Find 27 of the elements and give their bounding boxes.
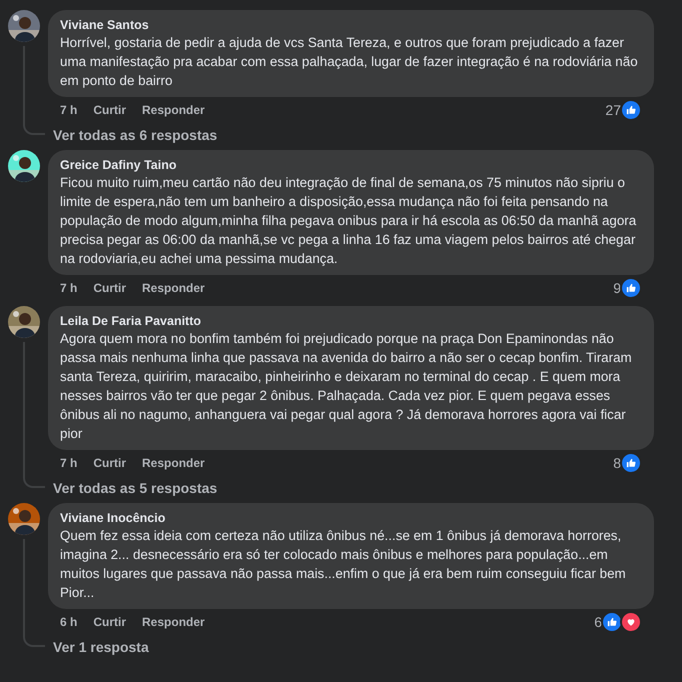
reaction-count[interactable]: 27 [605,100,621,120]
reply-link[interactable]: Responder [142,101,205,119]
comment-text: Ficou muito ruim,meu cartão não deu integração de final de semana,os 75 minutos não sipriu o limite de espera,não tem um banheiro a disposição,essa mudança não foi feita pensando na população de modo algum,minha filha pegava onibus para ir há escola as 06:50 da manhã agora precisa pegar as 06:00 da manhã,se vc pega a linha 16 faz uma viagem pelos bairros até chegar na rodoviaria,eu achei uma pessima mudança. [60,174,638,268]
like-link[interactable]: Curtir [93,613,126,631]
comment-text: Agora quem mora no bonfim também foi prejudicado porque na praça Don Epaminondas não passa mais nenhuma linha que passava na avenida do bairro a não ser o cecap bonfim. Tiraram santa Tereza, quiririm, maracaibo, pinheirinho e deixaram no terminal do cecap . E quem mora nesses bairros vão ter que pegar 2 ônibus. Palhaçada. Cada vez pior. E quem pegava esses ônibus ali no nagumo, anhanguera vai pegar qual agora ? Já demorava horrores agora vai ficar pior [60,330,633,443]
view-replies-link[interactable]: Ver 1 resposta [53,637,149,658]
author-name[interactable]: Leila De Faria Pavanitto [60,313,642,329]
author-name[interactable]: Viviane Santos [60,17,642,33]
comment-text: Quem fez essa ideia com certeza não utiliza ônibus né...se em 1 ônibus já demorava horrores, imagina 2... desnecessário era só ter colocado mais ônibus e melhores para população...em muitos lugares que passava não passa mais...enfim o que já era bem ruim conseguiu ficar bem Pior... [60,527,627,602]
reaction-count[interactable]: 8 [613,452,621,474]
author-name[interactable]: Viviane Inocêncio [60,510,642,526]
reply-link[interactable]: Responder [142,613,205,631]
comment-text: Horrível, gostaria de pedir a ajuda de vcs Santa Tereza, e outros que foram prejudicado a fazer uma manifestação pra acabar com essa palhaçada, lugar de fazer integração é na rodoviária não em ponto de bairro [60,34,639,90]
reaction-count[interactable]: 9 [613,278,621,298]
comment-time[interactable]: 7 h [60,454,78,472]
view-replies-link[interactable]: Ver todas as 6 respostas [53,125,218,146]
reaction-count[interactable]: 6 [594,612,602,632]
reply-link[interactable]: Responder [142,454,205,472]
comment-time[interactable]: 7 h [60,101,78,119]
comment-time[interactable]: 6 h [60,613,78,631]
view-replies-link[interactable]: Ver todas as 5 respostas [53,478,218,499]
like-link[interactable]: Curtir [93,279,126,297]
comment-time[interactable]: 7 h [60,279,78,297]
like-link[interactable]: Curtir [93,101,126,119]
like-link[interactable]: Curtir [93,454,126,472]
reply-link[interactable]: Responder [142,279,205,297]
author-name[interactable]: Greice Dafiny Taino [60,157,642,173]
